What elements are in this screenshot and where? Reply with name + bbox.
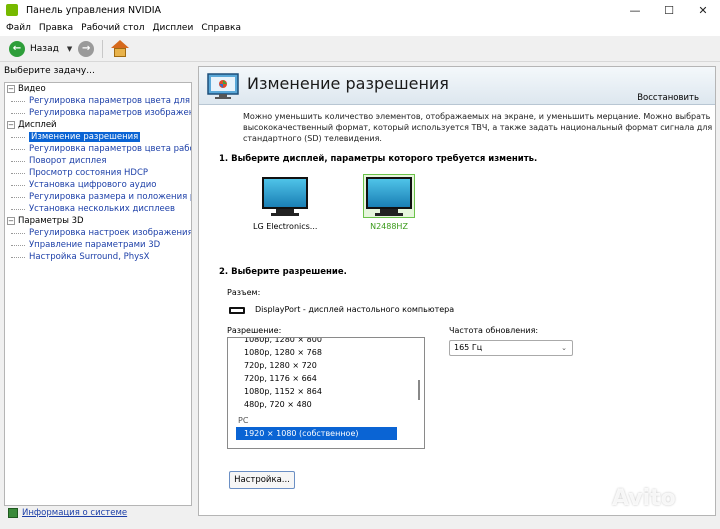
tree-item-desktop-size[interactable]: Регулировка размера и положения рабочего… <box>5 191 191 203</box>
resolution-option[interactable]: 480p, 720 × 480 <box>228 398 424 411</box>
system-info-icon <box>8 508 18 518</box>
tree-item-manage-3d[interactable]: Управление параметрами 3D <box>5 239 191 251</box>
connector-value: DisplayPort - дисплей настольного компью… <box>255 305 455 314</box>
resolution-label: Разрешение: <box>227 326 282 335</box>
collapse-icon[interactable]: − <box>7 217 15 225</box>
menu-displays[interactable]: Дисплеи <box>148 23 197 33</box>
task-pane-header: Выберите задачу... <box>4 66 95 76</box>
resolution-option[interactable]: 1080p, 1280 × 800 <box>228 338 424 346</box>
menu-edit[interactable]: Правка <box>35 23 77 33</box>
maximize-button[interactable]: ☐ <box>652 0 686 20</box>
resolution-option[interactable]: 1080p, 1280 × 768 <box>228 346 424 359</box>
back-arrow-icon[interactable]: ← <box>9 40 25 57</box>
tree-item-rotate-display[interactable]: Поворот дисплея <box>5 155 191 167</box>
monitor-icon <box>366 177 412 209</box>
tree-item-multiple-displays[interactable]: Установка нескольких дисплеев <box>5 203 191 215</box>
refresh-rate-select[interactable]: 165 Гц ⌄ <box>449 340 573 356</box>
forward-arrow-icon[interactable]: → <box>78 40 95 57</box>
page-description: Можно уменьшить количество элементов, от… <box>243 112 713 143</box>
resolution-option-selected[interactable]: 1920 × 1080 (собственное) <box>236 427 397 440</box>
title-bar: Панель управления NVIDIA — ☐ ✕ <box>0 0 720 20</box>
tree-item-hdcp-status[interactable]: Просмотр состояния HDCP <box>5 167 191 179</box>
avito-logo-icon <box>590 490 611 511</box>
resolution-option[interactable]: 720p, 1280 × 720 <box>228 359 424 372</box>
nvidia-app-icon <box>6 4 18 16</box>
avito-watermark: Avito <box>612 486 676 511</box>
task-tree: − Видео Регулировка параметров цвета для … <box>4 82 192 506</box>
resolution-option[interactable]: 1080p, 1152 × 864 <box>228 385 424 398</box>
home-icon[interactable] <box>111 39 130 58</box>
display-lg-label: LG Electronics... <box>253 222 318 231</box>
displayport-icon <box>229 307 245 314</box>
menu-file[interactable]: Файл <box>2 23 35 33</box>
back-button-label[interactable]: Назад <box>30 44 59 54</box>
tree-item-3d-image-settings[interactable]: Регулировка настроек изображения с просм… <box>5 227 191 239</box>
resolution-list[interactable]: 1080p, 1280 × 800 1080p, 1280 × 768 720p… <box>227 337 425 449</box>
menu-help[interactable]: Справка <box>197 23 245 33</box>
back-history-dropdown-icon[interactable]: ▼ <box>67 45 72 53</box>
customize-button[interactable]: Настройка... <box>229 471 295 489</box>
toolbar-separator <box>102 39 104 58</box>
tree-item-change-resolution[interactable]: Изменение разрешения <box>5 131 191 143</box>
tree-item-digital-audio[interactable]: Установка цифрового аудио <box>5 179 191 191</box>
tree-category-display[interactable]: − Дисплей <box>5 119 191 131</box>
display-n2488hz[interactable]: N2488HZ <box>363 174 415 231</box>
step2-heading: 2. Выберите разрешение. <box>219 267 347 277</box>
page-banner: Изменение разрешения Восстановить <box>199 67 715 105</box>
window-title: Панель управления NVIDIA <box>26 4 162 16</box>
page-title: Изменение разрешения <box>247 74 449 93</box>
collapse-icon[interactable]: − <box>7 85 15 93</box>
minimize-button[interactable]: — <box>618 0 652 20</box>
chevron-down-icon: ⌄ <box>561 344 567 352</box>
scrollbar-thumb[interactable] <box>418 380 420 400</box>
restore-link[interactable]: Восстановить <box>637 93 699 103</box>
close-button[interactable]: ✕ <box>686 0 720 20</box>
step1-heading: 1. Выберите дисплей, параметры которого … <box>219 154 538 164</box>
menu-bar: Файл Правка Рабочий стол Дисплеи Справка <box>0 20 720 36</box>
refresh-rate-label: Частота обновления: <box>449 326 539 335</box>
tree-item-video-image[interactable]: Регулировка параметров изображения для в… <box>5 107 191 119</box>
system-info: Информация о системе <box>8 508 127 518</box>
monitor-icon <box>262 177 309 209</box>
tree-item-surround-physx[interactable]: Настройка Surround, PhysX <box>5 251 191 263</box>
tree-item-video-color[interactable]: Регулировка параметров цвета для видео <box>5 95 191 107</box>
collapse-icon[interactable]: − <box>7 121 15 129</box>
display-n2488hz-label: N2488HZ <box>370 222 408 231</box>
resolution-option[interactable]: 720p, 1176 × 664 <box>228 372 424 385</box>
tree-category-3d[interactable]: − Параметры 3D <box>5 215 191 227</box>
resolution-scrollbar[interactable] <box>414 338 424 448</box>
resolution-group-pc: PC <box>238 416 249 425</box>
system-info-link[interactable]: Информация о системе <box>22 508 127 518</box>
display-lg[interactable]: LG Electronics... <box>253 177 317 231</box>
display-resolution-icon <box>207 73 239 99</box>
toolbar: ← Назад ▼ → <box>0 36 720 62</box>
connector-label: Разъем: <box>227 288 261 297</box>
tree-category-video[interactable]: − Видео <box>5 83 191 95</box>
menu-desktop[interactable]: Рабочий стол <box>77 23 148 33</box>
tree-item-desktop-color[interactable]: Регулировка параметров цвета рабочего ст… <box>5 143 191 155</box>
content-panel: Изменение разрешения Восстановить Можно … <box>198 66 716 516</box>
refresh-rate-value: 165 Гц <box>454 343 483 352</box>
